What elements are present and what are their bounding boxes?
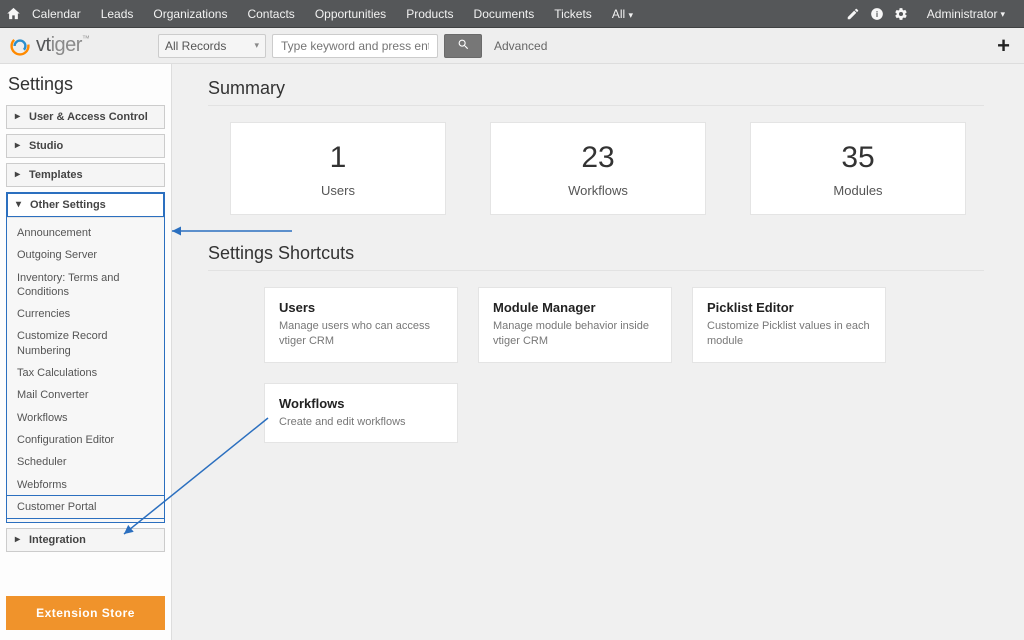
topnav-left: Calendar Leads Organizations Contacts Op… bbox=[6, 0, 642, 28]
extension-store-button[interactable]: Extension Store bbox=[6, 596, 165, 630]
logo-icon bbox=[8, 34, 32, 58]
stat-value: 35 bbox=[751, 141, 965, 175]
nav-leads[interactable]: Leads bbox=[92, 0, 143, 28]
divider bbox=[208, 105, 984, 106]
stat-label: Users bbox=[231, 183, 445, 198]
gear-icon[interactable] bbox=[894, 7, 908, 21]
sidebar-item-configuration-editor[interactable]: Configuration Editor bbox=[7, 429, 164, 451]
sidebar-item-customer-portal[interactable]: Customer Portal bbox=[7, 496, 164, 518]
sidebar-group-user-access: ▸ User & Access Control bbox=[6, 105, 165, 129]
shortcut-module-manager[interactable]: Module Manager Manage module behavior in… bbox=[478, 287, 672, 363]
caret-right-icon: ▸ bbox=[15, 141, 23, 151]
main: Settings ▸ User & Access Control ▸ Studi… bbox=[0, 64, 1024, 640]
stat-modules[interactable]: 35 Modules bbox=[750, 122, 966, 215]
sidebar-header-user-access[interactable]: ▸ User & Access Control bbox=[7, 106, 164, 128]
advanced-search-link[interactable]: Advanced bbox=[494, 39, 547, 53]
home-icon[interactable] bbox=[6, 6, 21, 21]
sidebar-group-label: Templates bbox=[29, 169, 83, 181]
sidebar-item-outgoing-server[interactable]: Outgoing Server bbox=[7, 244, 164, 266]
nav-documents[interactable]: Documents bbox=[465, 0, 544, 28]
sidebar-header-other[interactable]: ▾ Other Settings bbox=[7, 193, 164, 217]
search-button[interactable] bbox=[444, 34, 482, 58]
caret-right-icon: ▸ bbox=[15, 535, 23, 545]
shortcut-desc: Create and edit workflows bbox=[279, 415, 443, 430]
shortcut-workflows[interactable]: Workflows Create and edit workflows bbox=[264, 383, 458, 443]
stat-workflows[interactable]: 23 Workflows bbox=[490, 122, 706, 215]
search-input[interactable] bbox=[272, 34, 438, 58]
nav-organizations[interactable]: Organizations bbox=[144, 0, 236, 28]
shortcut-title: Picklist Editor bbox=[707, 300, 871, 315]
shortcut-desc: Manage module behavior inside vtiger CRM bbox=[493, 319, 657, 350]
sidebar-item-inventory-terms[interactable]: Inventory: Terms and Conditions bbox=[7, 267, 164, 304]
stat-label: Modules bbox=[751, 183, 965, 198]
sidebar-header-studio[interactable]: ▸ Studio bbox=[7, 135, 164, 157]
shortcut-title: Module Manager bbox=[493, 300, 657, 315]
topnav-right: i Administrator ▾ bbox=[846, 0, 1014, 28]
sidebar-item-announcement[interactable]: Announcement bbox=[7, 222, 164, 244]
divider bbox=[208, 270, 984, 271]
shortcut-picklist-editor[interactable]: Picklist Editor Customize Picklist value… bbox=[692, 287, 886, 363]
sidebar-item-workflows[interactable]: Workflows bbox=[7, 407, 164, 429]
caret-right-icon: ▸ bbox=[15, 170, 23, 180]
shortcut-desc: Manage users who can access vtiger CRM bbox=[279, 319, 443, 350]
sidebar-header-integration[interactable]: ▸ Integration bbox=[7, 529, 164, 551]
sidebar-group-label: Integration bbox=[29, 534, 86, 546]
search-icon bbox=[457, 38, 470, 54]
chevron-down-icon: ▾ bbox=[629, 10, 634, 20]
stat-value: 1 bbox=[231, 141, 445, 175]
admin-menu[interactable]: Administrator ▾ bbox=[918, 0, 1014, 28]
chevron-down-icon: ▾ bbox=[1000, 0, 1005, 28]
shortcut-users[interactable]: Users Manage users who can access vtiger… bbox=[264, 287, 458, 363]
svg-text:i: i bbox=[876, 9, 878, 18]
shortcuts-title: Settings Shortcuts bbox=[208, 243, 988, 264]
sidebar-item-customize-record-numbering[interactable]: Customize Record Numbering bbox=[7, 325, 164, 362]
shortcut-desc: Customize Picklist values in each module bbox=[707, 319, 871, 350]
records-scope-select[interactable]: All Records ▾ bbox=[158, 34, 266, 58]
nav-calendar[interactable]: Calendar bbox=[23, 0, 90, 28]
pencil-icon[interactable] bbox=[846, 7, 860, 21]
sidebar-item-scheduler[interactable]: Scheduler bbox=[7, 451, 164, 473]
sidebar-group-studio: ▸ Studio bbox=[6, 134, 165, 158]
stat-users[interactable]: 1 Users bbox=[230, 122, 446, 215]
stats-row: 1 Users 23 Workflows 35 Modules bbox=[208, 122, 988, 215]
sidebar-item-mail-converter[interactable]: Mail Converter bbox=[7, 384, 164, 406]
nav-products[interactable]: Products bbox=[397, 0, 462, 28]
records-scope-label: All Records bbox=[165, 39, 226, 53]
sidebar-other-body: Announcement Outgoing Server Inventory: … bbox=[7, 217, 164, 522]
sidebar-header-templates[interactable]: ▸ Templates bbox=[7, 164, 164, 186]
sidebar-group-other: ▾ Other Settings Announcement Outgoing S… bbox=[6, 192, 165, 523]
logo[interactable]: vtiger™ bbox=[8, 34, 118, 58]
sidebar-group-label: Studio bbox=[29, 140, 63, 152]
plus-icon: + bbox=[997, 33, 1010, 58]
add-button[interactable]: + bbox=[991, 33, 1016, 59]
stat-value: 23 bbox=[491, 141, 705, 175]
nav-all[interactable]: All ▾ bbox=[603, 0, 642, 28]
settings-sidebar: Settings ▸ User & Access Control ▸ Studi… bbox=[0, 64, 172, 640]
sidebar-group-templates: ▸ Templates bbox=[6, 163, 165, 187]
stat-label: Workflows bbox=[491, 183, 705, 198]
shortcut-title: Users bbox=[279, 300, 443, 315]
sidebar-group-label: Other Settings bbox=[30, 199, 106, 211]
logo-text: vtiger™ bbox=[36, 34, 89, 57]
sidebar-item-webforms[interactable]: Webforms bbox=[7, 474, 164, 496]
top-navbar: Calendar Leads Organizations Contacts Op… bbox=[0, 0, 1024, 28]
chevron-down-icon: ▾ bbox=[254, 40, 259, 51]
toolbar: vtiger™ All Records ▾ Advanced + bbox=[0, 28, 1024, 64]
caret-down-icon: ▾ bbox=[16, 200, 24, 210]
info-icon[interactable]: i bbox=[870, 7, 884, 21]
content-area: Summary 1 Users 23 Workflows 35 Modules … bbox=[172, 64, 1024, 640]
sidebar-item-tax-calculations[interactable]: Tax Calculations bbox=[7, 362, 164, 384]
admin-label: Administrator bbox=[927, 0, 998, 28]
summary-title: Summary bbox=[208, 78, 988, 99]
sidebar-title: Settings bbox=[8, 74, 163, 95]
shortcuts-grid: Users Manage users who can access vtiger… bbox=[208, 287, 988, 443]
nav-opportunities[interactable]: Opportunities bbox=[306, 0, 395, 28]
nav-contacts[interactable]: Contacts bbox=[238, 0, 303, 28]
caret-right-icon: ▸ bbox=[15, 112, 23, 122]
shortcut-title: Workflows bbox=[279, 396, 443, 411]
sidebar-group-label: User & Access Control bbox=[29, 111, 148, 123]
sidebar-item-currencies[interactable]: Currencies bbox=[7, 303, 164, 325]
nav-tickets[interactable]: Tickets bbox=[545, 0, 601, 28]
sidebar-group-integration: ▸ Integration bbox=[6, 528, 165, 552]
